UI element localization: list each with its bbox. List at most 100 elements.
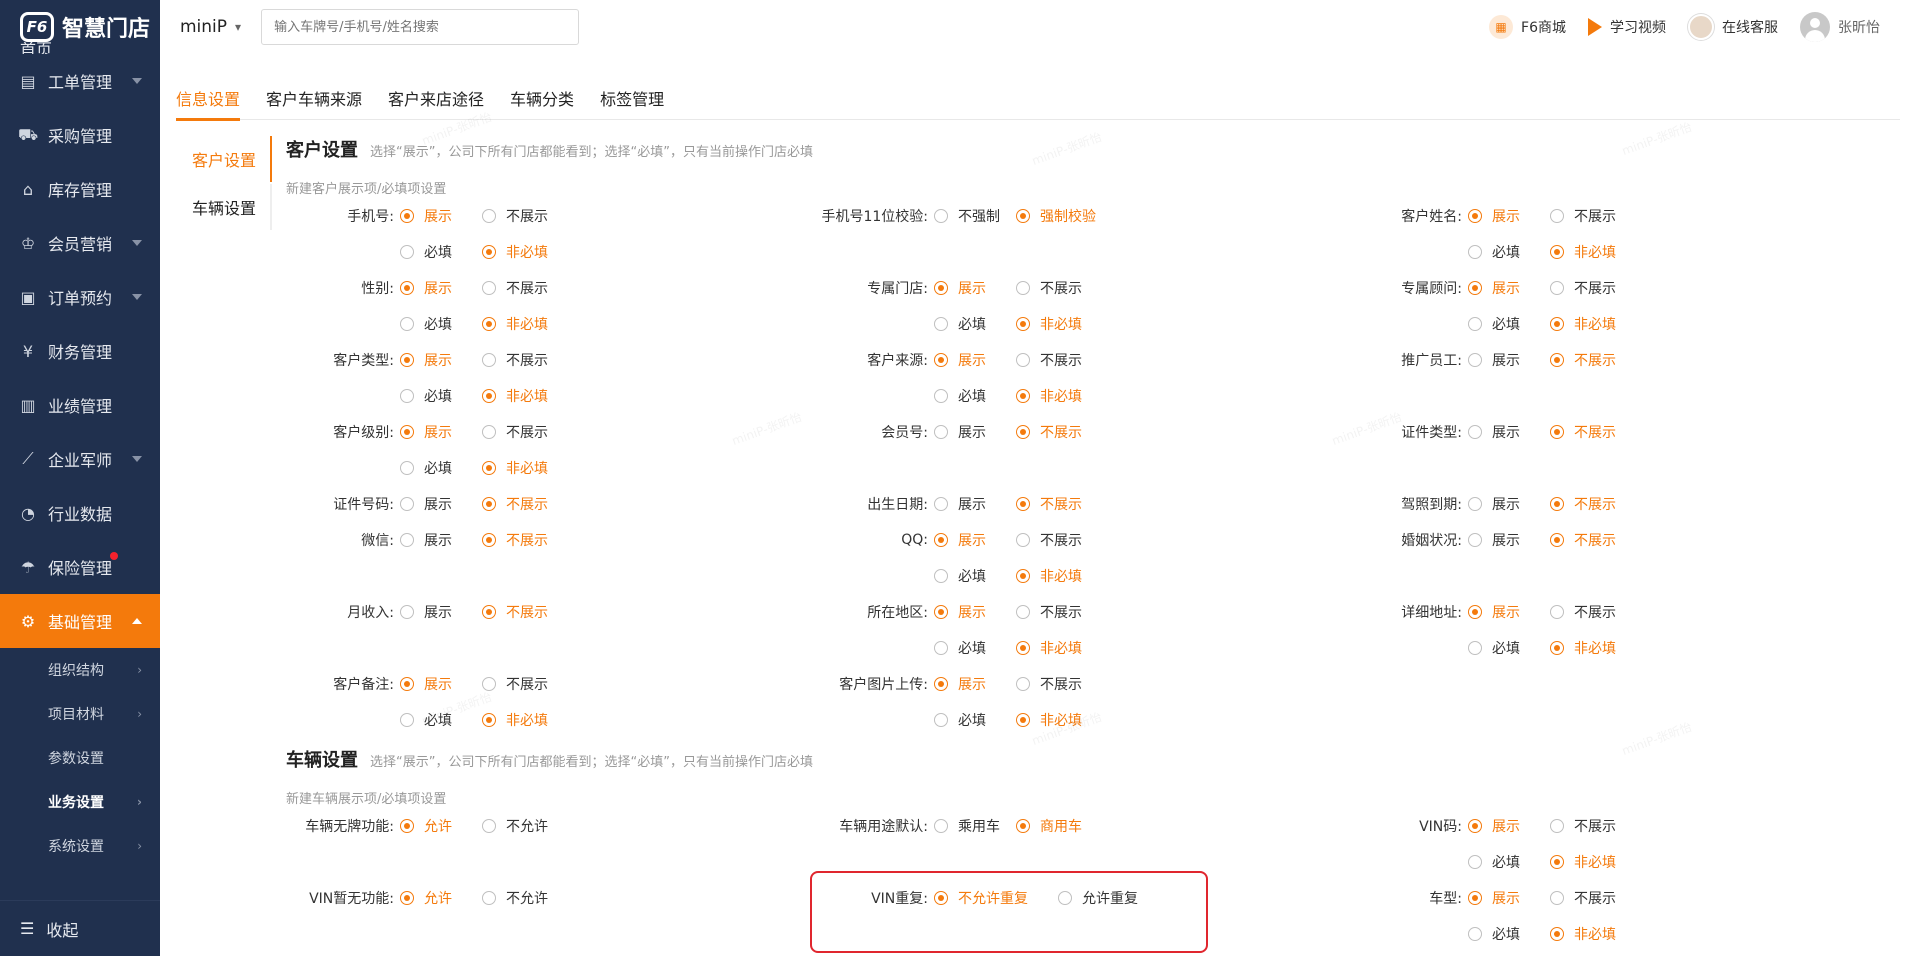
radio-required[interactable]: 必填: [934, 566, 1016, 586]
sidebar-subitem-business[interactable]: 业务设置 ›: [0, 780, 160, 824]
radio-hide[interactable]: 不展示: [1550, 350, 1632, 370]
radio-hide[interactable]: 不展示: [482, 422, 564, 442]
radio-required[interactable]: 必填: [400, 458, 482, 478]
radio-show[interactable]: 展示: [934, 674, 1016, 694]
radio-show[interactable]: 展示: [1468, 602, 1550, 622]
sidebar-subitem-params[interactable]: 参数设置: [0, 736, 160, 780]
radio-show[interactable]: 展示: [1468, 816, 1550, 836]
radio-show[interactable]: 展示: [1468, 278, 1550, 298]
tab-tag-management[interactable]: 标签管理: [600, 70, 664, 120]
radio-hide[interactable]: 不展示: [1550, 494, 1632, 514]
radio-show[interactable]: 展示: [400, 278, 482, 298]
radio-required[interactable]: 必填: [1468, 924, 1550, 944]
radio-not-forced[interactable]: 不强制: [934, 206, 1016, 226]
radio-hide[interactable]: 不展示: [1550, 888, 1632, 908]
search-input[interactable]: [261, 9, 580, 45]
radio-optional[interactable]: 非必填: [482, 710, 564, 730]
radio-hide[interactable]: 不展示: [482, 530, 564, 550]
radio-hide[interactable]: 不展示: [1016, 494, 1098, 514]
radio-optional[interactable]: 非必填: [1016, 566, 1098, 586]
radio-optional[interactable]: 非必填: [1550, 314, 1632, 334]
radio-optional[interactable]: 非必填: [482, 386, 564, 406]
radio-show[interactable]: 展示: [934, 278, 1016, 298]
radio-optional[interactable]: 非必填: [482, 314, 564, 334]
sidebar-item-purchase[interactable]: ⛟ 采购管理: [0, 108, 160, 162]
radio-show[interactable]: 展示: [934, 350, 1016, 370]
radio-hide[interactable]: 不展示: [1016, 602, 1098, 622]
radio-hide[interactable]: 不展示: [482, 206, 564, 226]
sidebar-subitem-org[interactable]: 组织结构 ›: [0, 648, 160, 692]
radio-hide[interactable]: 不展示: [1550, 278, 1632, 298]
radio-hide[interactable]: 不展示: [482, 674, 564, 694]
radio-required[interactable]: 必填: [400, 710, 482, 730]
tab-vehicle-category[interactable]: 车辆分类: [510, 70, 574, 120]
radio-optional[interactable]: 非必填: [1016, 638, 1098, 658]
radio-hide[interactable]: 不展示: [1550, 422, 1632, 442]
radio-required[interactable]: 必填: [1468, 242, 1550, 262]
radio-optional[interactable]: 非必填: [1550, 638, 1632, 658]
radio-hide[interactable]: 不展示: [1016, 278, 1098, 298]
radio-hide[interactable]: 不展示: [482, 350, 564, 370]
radio-required[interactable]: 必填: [1468, 852, 1550, 872]
tab-vehicle-source[interactable]: 客户车辆来源: [266, 70, 362, 120]
radio-required[interactable]: 必填: [400, 314, 482, 334]
user-menu[interactable]: 张昕怡: [1800, 12, 1880, 42]
radio-required[interactable]: 必填: [400, 242, 482, 262]
radio-show[interactable]: 展示: [1468, 422, 1550, 442]
learning-video-link[interactable]: 学习视频: [1588, 17, 1666, 37]
radio-optional[interactable]: 非必填: [1016, 710, 1098, 730]
subnav-vehicle-settings[interactable]: 车辆设置: [176, 184, 272, 230]
radio-optional[interactable]: 非必填: [1550, 924, 1632, 944]
radio-show[interactable]: 展示: [1468, 530, 1550, 550]
radio-show[interactable]: 展示: [400, 602, 482, 622]
radio-required[interactable]: 必填: [400, 386, 482, 406]
radio-allow[interactable]: 允许: [400, 888, 482, 908]
radio-required[interactable]: 必填: [934, 710, 1016, 730]
radio-show[interactable]: 展示: [1468, 350, 1550, 370]
radio-allow[interactable]: 允许: [400, 816, 482, 836]
sidebar-item-finance[interactable]: ¥ 财务管理: [0, 324, 160, 378]
subnav-customer-settings[interactable]: 客户设置: [176, 136, 272, 182]
sidebar-item-performance[interactable]: ▥ 业绩管理: [0, 378, 160, 432]
radio-optional[interactable]: 非必填: [1550, 242, 1632, 262]
radio-disallow[interactable]: 不允许: [482, 816, 564, 836]
sidebar-item-member-marketing[interactable]: ♔ 会员营销: [0, 216, 160, 270]
radio-show[interactable]: 展示: [1468, 888, 1550, 908]
radio-hide[interactable]: 不展示: [1016, 422, 1098, 442]
radio-hide[interactable]: 不展示: [482, 602, 564, 622]
radio-hide[interactable]: 不展示: [1550, 206, 1632, 226]
radio-show[interactable]: 展示: [400, 422, 482, 442]
radio-hide[interactable]: 不展示: [482, 494, 564, 514]
radio-commercial[interactable]: 商用车: [1016, 816, 1098, 836]
radio-optional[interactable]: 非必填: [1550, 852, 1632, 872]
tab-visit-channel[interactable]: 客户来店途径: [388, 70, 484, 120]
radio-optional[interactable]: 非必填: [482, 458, 564, 478]
sidebar-subitem-system[interactable]: 系统设置 ›: [0, 824, 160, 868]
radio-hide[interactable]: 不展示: [1550, 816, 1632, 836]
radio-show[interactable]: 展示: [400, 674, 482, 694]
sidebar-item-inventory[interactable]: ⌂ 库存管理: [0, 162, 160, 216]
radio-hide[interactable]: 不展示: [1016, 350, 1098, 370]
sidebar-item-home[interactable]: 首页: [0, 42, 160, 54]
radio-hide[interactable]: 不展示: [1550, 602, 1632, 622]
sidebar-item-advisor[interactable]: ⟋ 企业军师: [0, 432, 160, 486]
radio-show[interactable]: 展示: [934, 602, 1016, 622]
radio-disallow[interactable]: 不允许: [482, 888, 564, 908]
radio-show[interactable]: 展示: [1468, 494, 1550, 514]
radio-required[interactable]: 必填: [934, 314, 1016, 334]
online-service-link[interactable]: 在线客服: [1688, 14, 1778, 40]
radio-force-check[interactable]: 强制校验: [1016, 206, 1098, 226]
radio-required[interactable]: 必填: [1468, 314, 1550, 334]
sidebar-item-basic-management[interactable]: ⚙ 基础管理: [0, 594, 160, 648]
sidebar-item-insurance[interactable]: ☂ 保险管理: [0, 540, 160, 594]
radio-show[interactable]: 展示: [400, 206, 482, 226]
radio-hide[interactable]: 不展示: [1550, 530, 1632, 550]
radio-show[interactable]: 展示: [400, 530, 482, 550]
radio-show[interactable]: 展示: [1468, 206, 1550, 226]
radio-show[interactable]: 展示: [400, 350, 482, 370]
radio-hide[interactable]: 不展示: [482, 278, 564, 298]
radio-show[interactable]: 展示: [934, 530, 1016, 550]
radio-show[interactable]: 展示: [400, 494, 482, 514]
radio-disallow-duplicate[interactable]: 不允许重复: [934, 888, 1058, 908]
radio-optional[interactable]: 非必填: [1016, 386, 1098, 406]
